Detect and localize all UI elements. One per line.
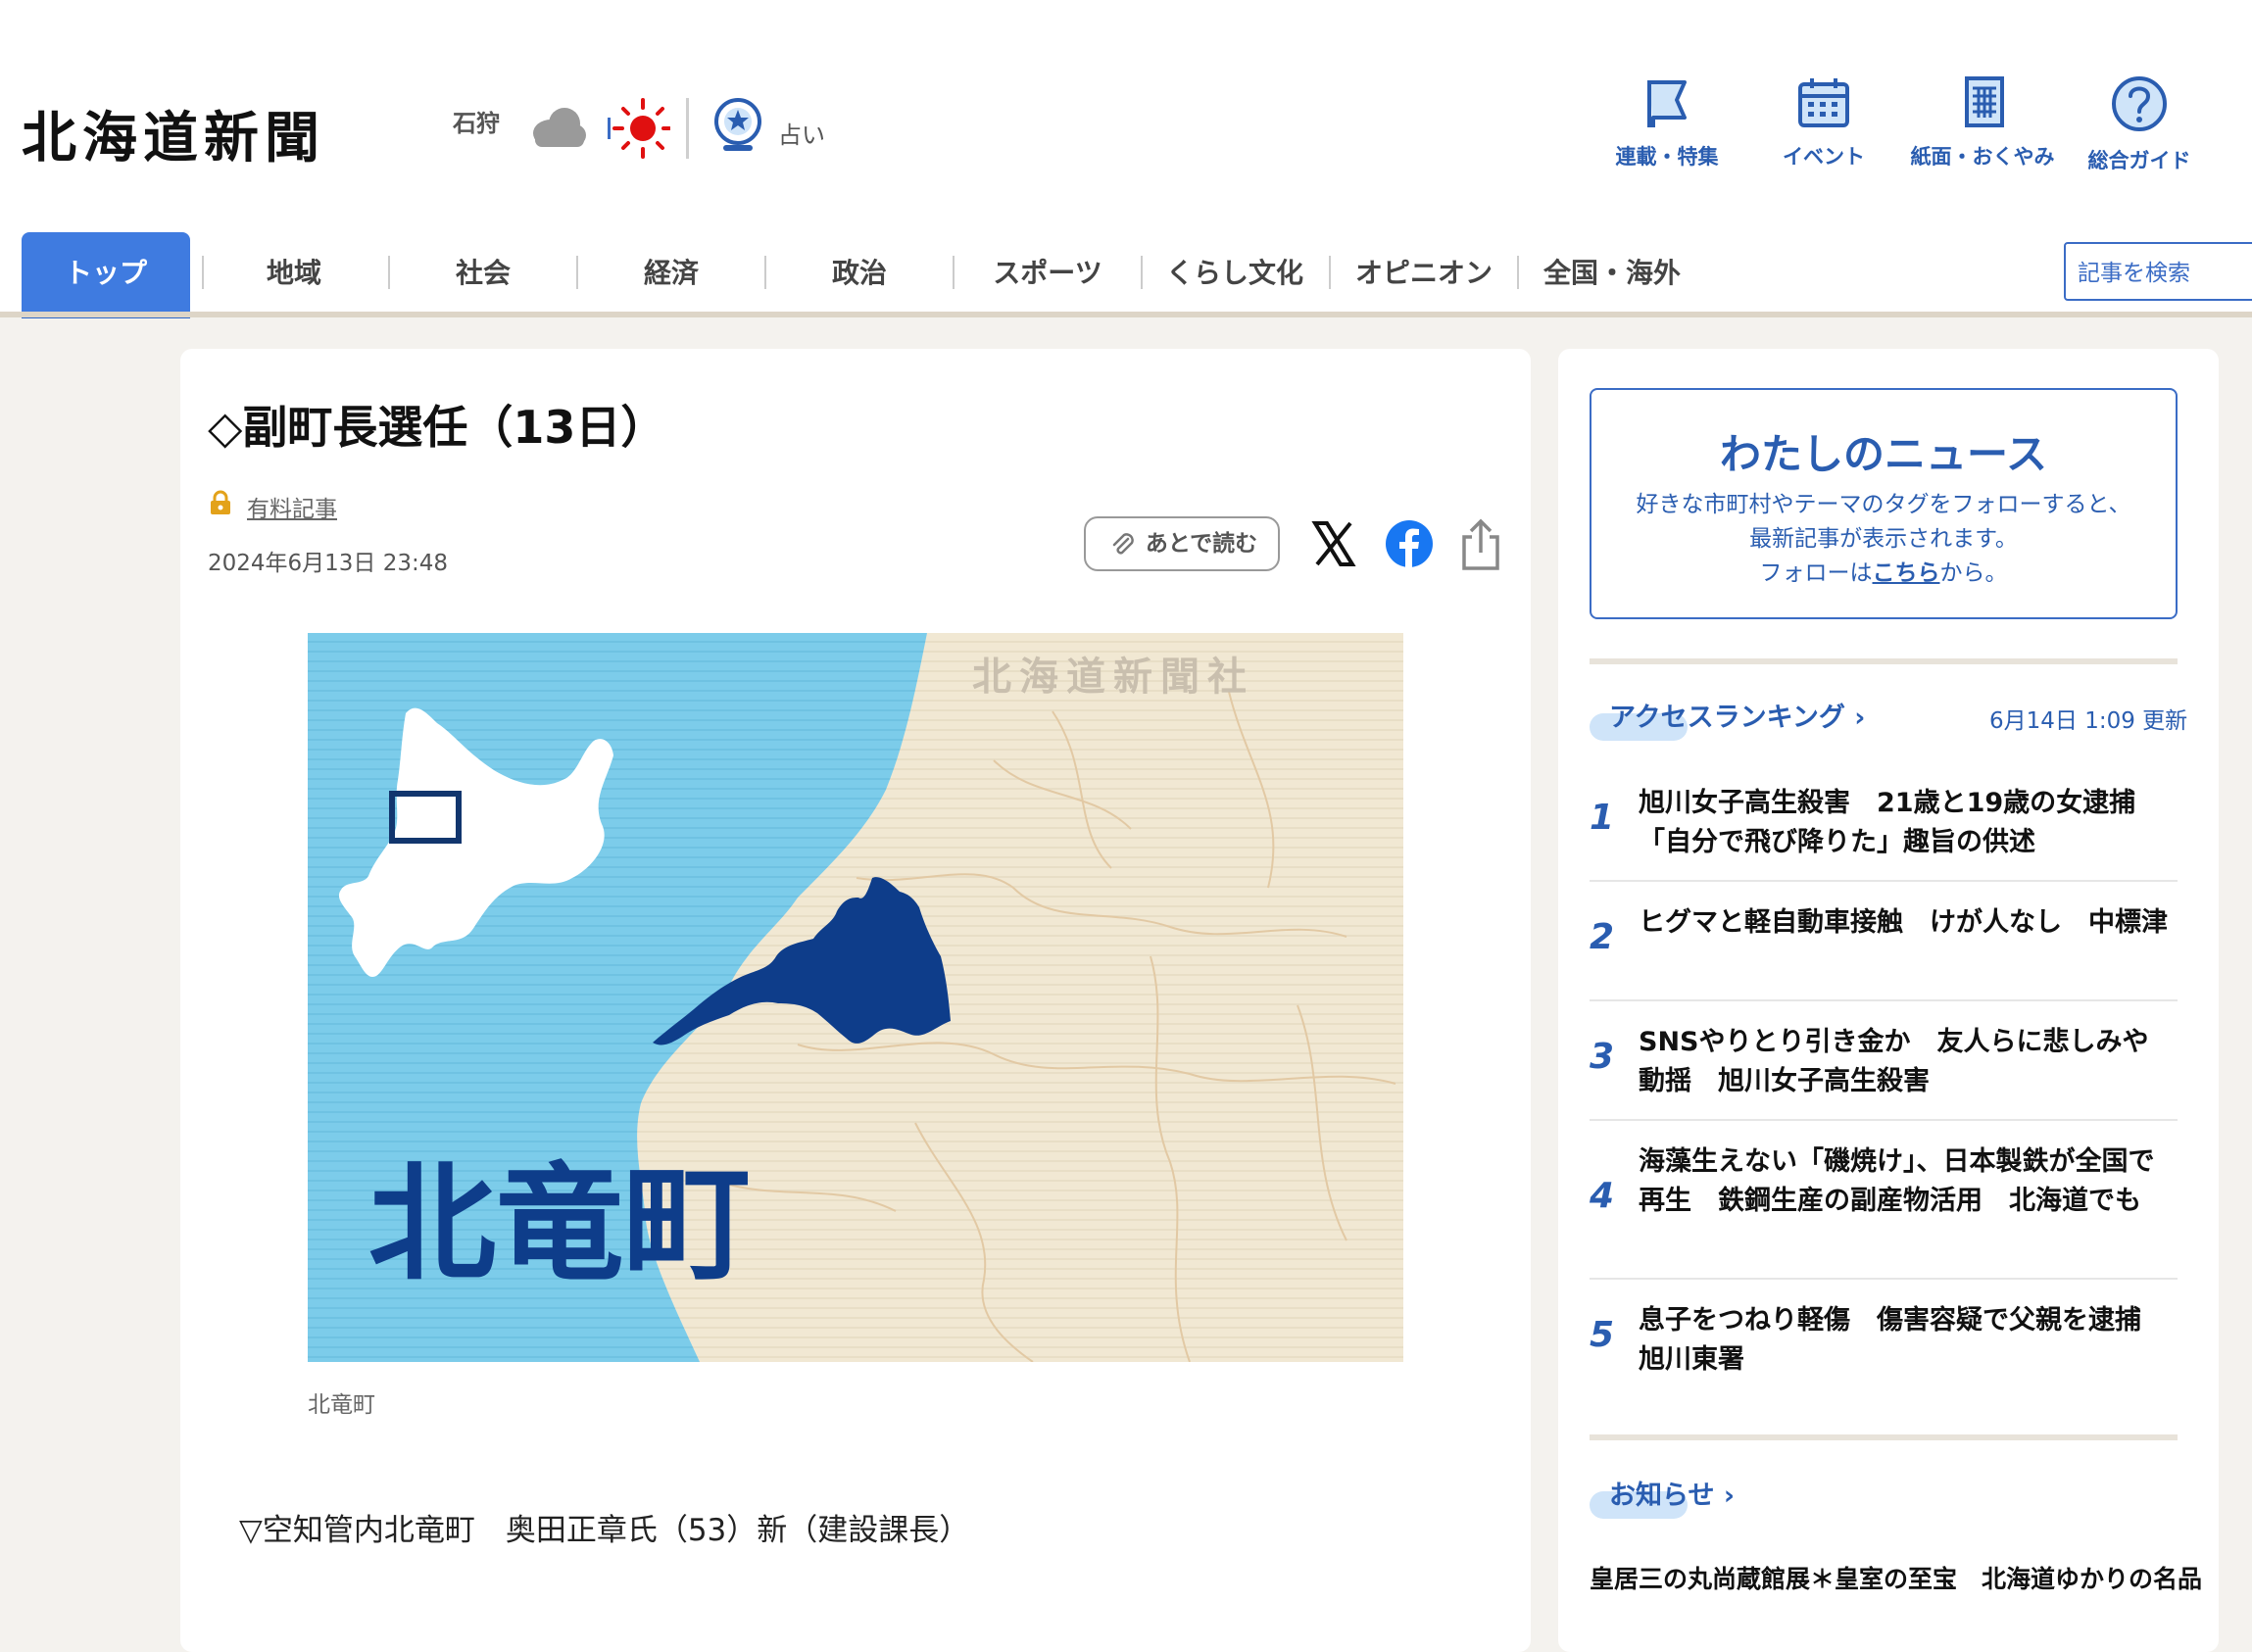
notice-item[interactable]: 皇居三の丸尚蔵館展＊皇室の至宝 北海道ゆかりの名品: [1590, 1560, 2202, 1595]
hokuryu-map: 北海道新聞社 北竜町: [308, 633, 1403, 1362]
ranking-title-link[interactable]: アクセスランキング ›: [1609, 696, 1865, 734]
article-title: ◇副町長選任（13日）: [208, 401, 666, 454]
main-nav: トップ 地域 社会 経済 政治 スポーツ くらし文化 オピニオン 全国・海外: [0, 232, 2252, 318]
my-news-description: 好きな市町村やテーマのタグをフォローすると、 最新記事が表示されます。 フォロー…: [1590, 488, 2178, 591]
ranking-divider: [1590, 880, 2178, 882]
nav-tab-culture[interactable]: くらし文化: [1143, 232, 1327, 315]
notices-title-link[interactable]: お知らせ ›: [1609, 1474, 1735, 1512]
rank-number: 1: [1590, 798, 1615, 838]
notices-title: お知らせ: [1609, 1481, 1715, 1511]
cloud-icon: [533, 108, 586, 147]
ranking-title: アクセスランキング: [1609, 703, 1845, 733]
header-link-label: 総合ガイド: [2087, 149, 2191, 172]
share-icon[interactable]: [1458, 517, 1503, 572]
facebook-icon[interactable]: [1385, 519, 1434, 568]
nav-tab-politics[interactable]: 政治: [766, 232, 953, 315]
read-later-button[interactable]: あとで読む: [1084, 516, 1280, 571]
flag-icon: [1647, 80, 1687, 127]
map-town-label: 北竜町: [368, 1149, 751, 1298]
search-input[interactable]: 記事を検索: [2064, 242, 2252, 301]
weather-region[interactable]: 石狩: [453, 104, 500, 138]
rank-number: 2: [1590, 917, 1615, 957]
map-watermark: 北海道新聞社: [972, 654, 1254, 700]
ranking-divider: [1590, 999, 2178, 1001]
header-link-paper[interactable]: 紙面・おくやみ: [1909, 74, 2056, 170]
image-caption: 北竜町: [308, 1392, 375, 1418]
ranking-item-1[interactable]: 旭川女子高生殺害 21歳と19歳の女逮捕「自分で飛び降りた」趣旨の供述: [1639, 784, 2172, 862]
nav-tab-sports[interactable]: スポーツ: [955, 232, 1141, 315]
header-link-label: 紙面・おくやみ: [1910, 145, 2055, 169]
my-news-desc-prefix: フォローは: [1759, 560, 1873, 586]
header-link-series[interactable]: 連載・特集: [1613, 74, 1721, 170]
help-icon: [2112, 76, 2167, 131]
header-link-label: 連載・特集: [1615, 145, 1719, 169]
ranking-divider: [1590, 1119, 2178, 1121]
nav-underline: [0, 312, 2252, 317]
ranking-item-5[interactable]: 息子をつねり軽傷 傷害容疑で父親を逮捕 旭川東署: [1639, 1301, 2172, 1380]
nav-tab-top[interactable]: トップ: [22, 232, 190, 318]
nav-tab-region[interactable]: 地域: [204, 232, 384, 315]
my-news-desc-line: 好きな市町村やテーマのタグをフォローすると、: [1636, 492, 2131, 517]
lock-icon: [211, 490, 230, 514]
paperclip-icon: [1112, 532, 1134, 555]
rank-number: 3: [1590, 1037, 1615, 1077]
weather-divider: [686, 98, 689, 159]
my-news-title: わたしのニュース: [1720, 430, 2047, 478]
calendar-icon: [1798, 78, 1849, 127]
paid-article-link[interactable]: 有料記事: [247, 490, 337, 523]
crystal-ball-icon[interactable]: [710, 96, 766, 157]
newspaper-icon: [1965, 76, 2004, 127]
fortune-link[interactable]: 占い: [778, 116, 825, 150]
ranking-item-3[interactable]: SNSやりとり引き金か 友人らに悲しみや動揺 旭川女子高生殺害: [1639, 1023, 2172, 1101]
header-link-label: イベント: [1783, 145, 1865, 169]
my-news-desc-suffix: から。: [1939, 560, 2008, 586]
ranking-item-2[interactable]: ヒグマと軽自動車接触 けが人なし 中標津: [1639, 903, 2172, 943]
ranking-item-4[interactable]: 海藻生えない「磯焼け」、日本製鉄が全国で再生 鉄鋼生産の副産物活用 北海道でも: [1639, 1142, 2172, 1221]
my-news-follow-link[interactable]: こちら: [1873, 560, 1940, 586]
site-logo[interactable]: 北海道新聞: [22, 94, 325, 173]
sidebar-divider: [1590, 658, 2178, 664]
ranking-updated-time: 6月14日 1:09 更新: [1989, 708, 2188, 734]
nav-tab-national[interactable]: 全国・海外: [1519, 232, 1705, 315]
sun-icon: [608, 98, 670, 159]
header-link-guide[interactable]: 総合ガイド: [2085, 74, 2193, 174]
chevron-right-icon: ›: [1723, 1481, 1736, 1511]
nav-tab-economy[interactable]: 経済: [578, 232, 764, 315]
nav-tab-society[interactable]: 社会: [390, 232, 576, 315]
my-news-desc-line: 最新記事が表示されます。: [1749, 526, 2018, 552]
my-news-desc-line: フォローはこちらから。: [1590, 557, 2178, 591]
read-later-label: あとで読む: [1145, 531, 1258, 557]
ranking-divider: [1590, 1278, 2178, 1280]
article-date: 2024年6月13日 23:48: [208, 551, 449, 576]
article-map-image[interactable]: 北海道新聞社 北竜町: [308, 633, 1403, 1362]
article-body: ▽空知管内北竜町 奥田正章氏（53）新（建設課長）: [239, 1513, 970, 1548]
sidebar-divider: [1590, 1434, 2178, 1440]
nav-tab-opinion[interactable]: オピニオン: [1331, 232, 1517, 315]
header-link-events[interactable]: イベント: [1770, 74, 1878, 170]
rank-number: 4: [1590, 1176, 1615, 1216]
rank-number: 5: [1590, 1315, 1615, 1355]
x-icon[interactable]: [1311, 519, 1356, 568]
chevron-right-icon: ›: [1854, 703, 1866, 733]
